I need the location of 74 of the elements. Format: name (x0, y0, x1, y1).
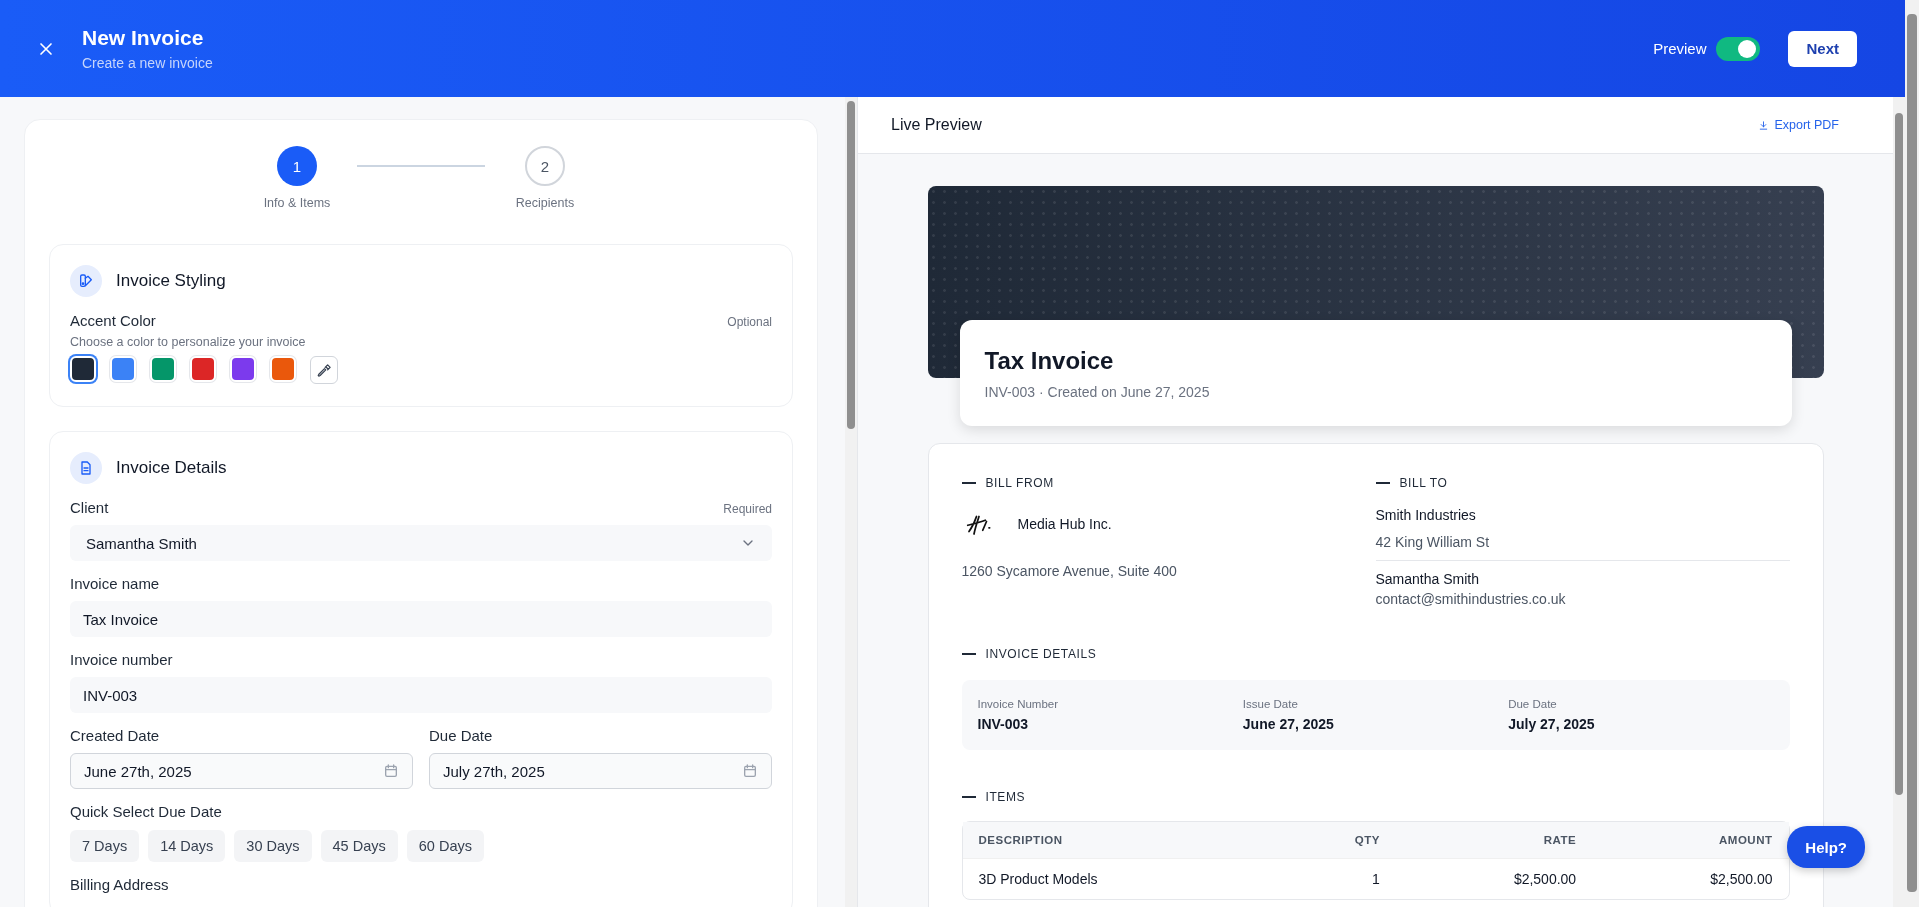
color-swatch[interactable] (190, 356, 216, 382)
column-header: DESCRIPTION (962, 822, 1277, 858)
table-cell: 1 (1276, 858, 1396, 899)
step-circle[interactable]: 1 (277, 146, 317, 186)
client-company: Smith Industries (1375, 507, 1477, 523)
field-label: Quick Select Due Date (70, 803, 223, 820)
company-name: Media Hub Inc. (1017, 516, 1112, 532)
field-label: Invoice number (70, 651, 174, 668)
section-title: Invoice Details (116, 458, 227, 478)
detail-label: Issue Date (1242, 698, 1299, 710)
client-select[interactable]: Samantha Smith (70, 525, 772, 561)
export-pdf-link[interactable]: Export PDF (1752, 117, 1845, 133)
detail-value: July 27, 2025 (1508, 716, 1596, 732)
table-cell: $2,500.00 (1592, 858, 1789, 899)
preview-title: Live Preview (891, 116, 982, 134)
field-label: Created Date (70, 727, 161, 744)
field-label: Due Date (429, 727, 494, 744)
detail-value: June 27, 2025 (1242, 716, 1335, 732)
text-field[interactable]: Tax Invoice (70, 601, 772, 637)
text-field[interactable]: INV-003 (70, 677, 772, 713)
page-title: New Invoice (82, 26, 205, 50)
quick-select-chip[interactable]: 45 Days (320, 830, 398, 862)
section-heading: BILL TO (1375, 476, 1790, 490)
swatch-icon (78, 273, 94, 289)
calendar-icon (383, 763, 399, 779)
company-address: 1260 Sycamore Avenue, Suite 400 (961, 563, 1178, 579)
step-circle[interactable]: 2 (525, 146, 565, 186)
date-field[interactable]: June 27th, 2025 (70, 753, 413, 789)
detail-label: Invoice Number (977, 698, 1060, 710)
next-button[interactable]: Next (1788, 30, 1857, 67)
column-header: AMOUNT (1592, 822, 1789, 858)
table-cell: $2,500.00 (1395, 858, 1593, 899)
section-title: Invoice Styling (116, 271, 226, 291)
page-subtitle: Create a new invoice (82, 55, 213, 71)
field-label: Client (70, 499, 109, 516)
field-label: Billing Address (70, 876, 170, 893)
date-field[interactable]: July 27th, 2025 (429, 753, 772, 789)
optional-note: Optional (727, 315, 772, 329)
invoice-title: Tax Invoice (984, 347, 1115, 375)
eyedropper-icon (316, 362, 332, 378)
field-label: Invoice name (70, 575, 161, 592)
contact-email: contact@smithindustries.co.uk (1375, 591, 1567, 607)
calendar-icon (742, 763, 758, 779)
column-header: RATE (1395, 822, 1593, 858)
help-button[interactable]: Help? (1787, 826, 1865, 868)
contact-name: Samantha Smith (1375, 571, 1480, 587)
quick-select-chip[interactable]: 30 Days (234, 830, 312, 862)
field-hint: Choose a color to personalize your invoice (70, 335, 307, 349)
quick-select-chip[interactable]: 14 Days (148, 830, 226, 862)
document-icon (78, 460, 94, 476)
step-label: Info & Items (263, 196, 331, 210)
client-address: 42 King William St (1375, 534, 1790, 561)
color-swatch[interactable] (70, 356, 96, 382)
field-label: Accent Color (70, 312, 156, 329)
section-heading: BILL FROM (961, 476, 1376, 490)
section-heading: INVOICE DETAILS (961, 647, 1790, 661)
download-icon (1758, 119, 1770, 131)
section-heading: ITEMS (961, 790, 1790, 804)
color-swatch[interactable] (110, 356, 136, 382)
color-swatch[interactable] (230, 356, 256, 382)
detail-value: INV-003 (977, 716, 1030, 732)
step-label: Recipients (515, 196, 575, 210)
column-header: QTY (1276, 822, 1396, 858)
detail-label: Due Date (1508, 698, 1558, 710)
invoice-meta: INV-003 · Created on June 27, 2025 (984, 384, 1211, 400)
required-note: Required (723, 502, 772, 516)
table-cell: 3D Product Models (962, 858, 1277, 899)
color-picker-button[interactable] (310, 356, 338, 384)
color-swatch[interactable] (150, 356, 176, 382)
preview-toggle[interactable] (1716, 36, 1761, 61)
quick-select-chip[interactable]: 60 Days (406, 830, 484, 862)
preview-label: Preview (1653, 40, 1707, 57)
color-swatch[interactable] (270, 356, 296, 382)
quick-select-chip[interactable]: 7 Days (70, 830, 140, 862)
